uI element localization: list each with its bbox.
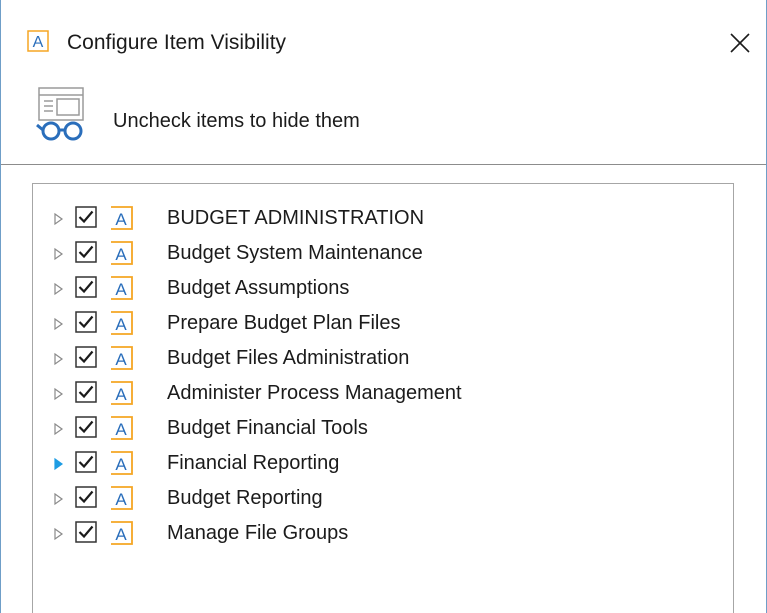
- tree-item[interactable]: A Budget Assumptions: [33, 272, 723, 307]
- item-type-icon: A: [111, 346, 133, 370]
- tree-item-label[interactable]: Budget Reporting: [167, 485, 323, 511]
- expand-arrow-icon[interactable]: [53, 492, 65, 506]
- tree-item[interactable]: A Budget System Maintenance: [33, 237, 723, 272]
- visibility-checkbox[interactable]: [75, 346, 97, 368]
- item-type-icon: A: [111, 276, 133, 300]
- visibility-glasses-icon: [36, 87, 84, 141]
- tree-item[interactable]: A Prepare Budget Plan Files: [33, 307, 723, 342]
- tree-item-label[interactable]: Financial Reporting: [167, 450, 339, 476]
- item-type-icon: A: [111, 206, 133, 230]
- item-type-letter: A: [115, 455, 127, 474]
- expand-arrow-icon[interactable]: [53, 422, 65, 436]
- tree-item-label[interactable]: Prepare Budget Plan Files: [167, 310, 400, 336]
- tree-item[interactable]: A Manage File Groups: [33, 517, 723, 552]
- item-type-icon: A: [111, 241, 133, 265]
- app-logo-letter: A: [33, 34, 44, 51]
- instruction-header: Uncheck items to hide them: [1, 78, 766, 165]
- expand-arrow-icon[interactable]: [53, 282, 65, 296]
- visibility-checkbox[interactable]: [75, 486, 97, 508]
- visibility-checkbox[interactable]: [75, 311, 97, 333]
- item-type-letter: A: [115, 280, 127, 299]
- tree-item-label[interactable]: Budget System Maintenance: [167, 240, 423, 266]
- visibility-checkbox[interactable]: [75, 521, 97, 543]
- item-type-icon: A: [111, 451, 133, 475]
- window-title: Configure Item Visibility: [67, 31, 287, 54]
- item-type-icon: A: [111, 486, 133, 510]
- visibility-checkbox[interactable]: [75, 381, 97, 403]
- expand-arrow-icon[interactable]: [53, 317, 65, 331]
- tree-item[interactable]: A Administer Process Management: [33, 377, 723, 412]
- tree-item[interactable]: A Budget Files Administration: [33, 342, 723, 377]
- instruction-text: Uncheck items to hide them: [113, 110, 360, 132]
- visibility-checkbox[interactable]: [75, 451, 97, 473]
- tree-item-label[interactable]: Manage File Groups: [167, 520, 348, 546]
- expand-arrow-icon[interactable]: [53, 212, 65, 226]
- configure-visibility-dialog: A Configure Item Visibility Uncheck item…: [0, 0, 767, 613]
- tree-item-label[interactable]: Budget Assumptions: [167, 275, 349, 301]
- visibility-checkbox[interactable]: [75, 241, 97, 263]
- title-bar: A Configure Item Visibility: [1, 0, 766, 78]
- visibility-checkbox[interactable]: [75, 416, 97, 438]
- tree-item[interactable]: A Budget Financial Tools: [33, 412, 723, 447]
- item-tree[interactable]: A BUDGET ADMINISTRATION A Budget System Mai…: [32, 183, 734, 613]
- tree-item-label[interactable]: Budget Files Administration: [167, 345, 409, 371]
- tree-item-label[interactable]: Budget Financial Tools: [167, 415, 368, 441]
- tree-item[interactable]: A BUDGET ADMINISTRATION: [33, 202, 723, 237]
- item-type-letter: A: [115, 420, 127, 439]
- item-type-letter: A: [115, 385, 127, 404]
- visibility-checkbox[interactable]: [75, 206, 97, 228]
- expand-arrow-icon[interactable]: [53, 247, 65, 261]
- expand-arrow-icon[interactable]: [53, 527, 65, 541]
- expand-arrow-icon[interactable]: [53, 352, 65, 366]
- item-type-letter: A: [115, 490, 127, 509]
- tree-item[interactable]: A Budget Reporting: [33, 482, 723, 517]
- item-type-letter: A: [115, 525, 127, 544]
- item-type-icon: A: [111, 416, 133, 440]
- item-type-letter: A: [115, 245, 127, 264]
- tree-item-label[interactable]: BUDGET ADMINISTRATION: [167, 205, 424, 231]
- close-icon[interactable]: [719, 24, 759, 62]
- tree-item-label[interactable]: Administer Process Management: [167, 380, 462, 406]
- item-type-letter: A: [115, 315, 127, 334]
- expand-arrow-icon[interactable]: [53, 457, 65, 471]
- item-type-icon: A: [111, 381, 133, 405]
- item-type-letter: A: [115, 350, 127, 369]
- tree-item[interactable]: A Financial Reporting: [33, 447, 723, 482]
- app-logo-icon: A: [27, 30, 49, 52]
- expand-arrow-icon[interactable]: [53, 387, 65, 401]
- item-type-icon: A: [111, 521, 133, 545]
- close-button[interactable]: [719, 24, 759, 62]
- item-type-icon: A: [111, 311, 133, 335]
- visibility-checkbox[interactable]: [75, 276, 97, 298]
- tree-list: A BUDGET ADMINISTRATION A Budget System Mai…: [33, 202, 723, 552]
- item-type-letter: A: [115, 210, 127, 229]
